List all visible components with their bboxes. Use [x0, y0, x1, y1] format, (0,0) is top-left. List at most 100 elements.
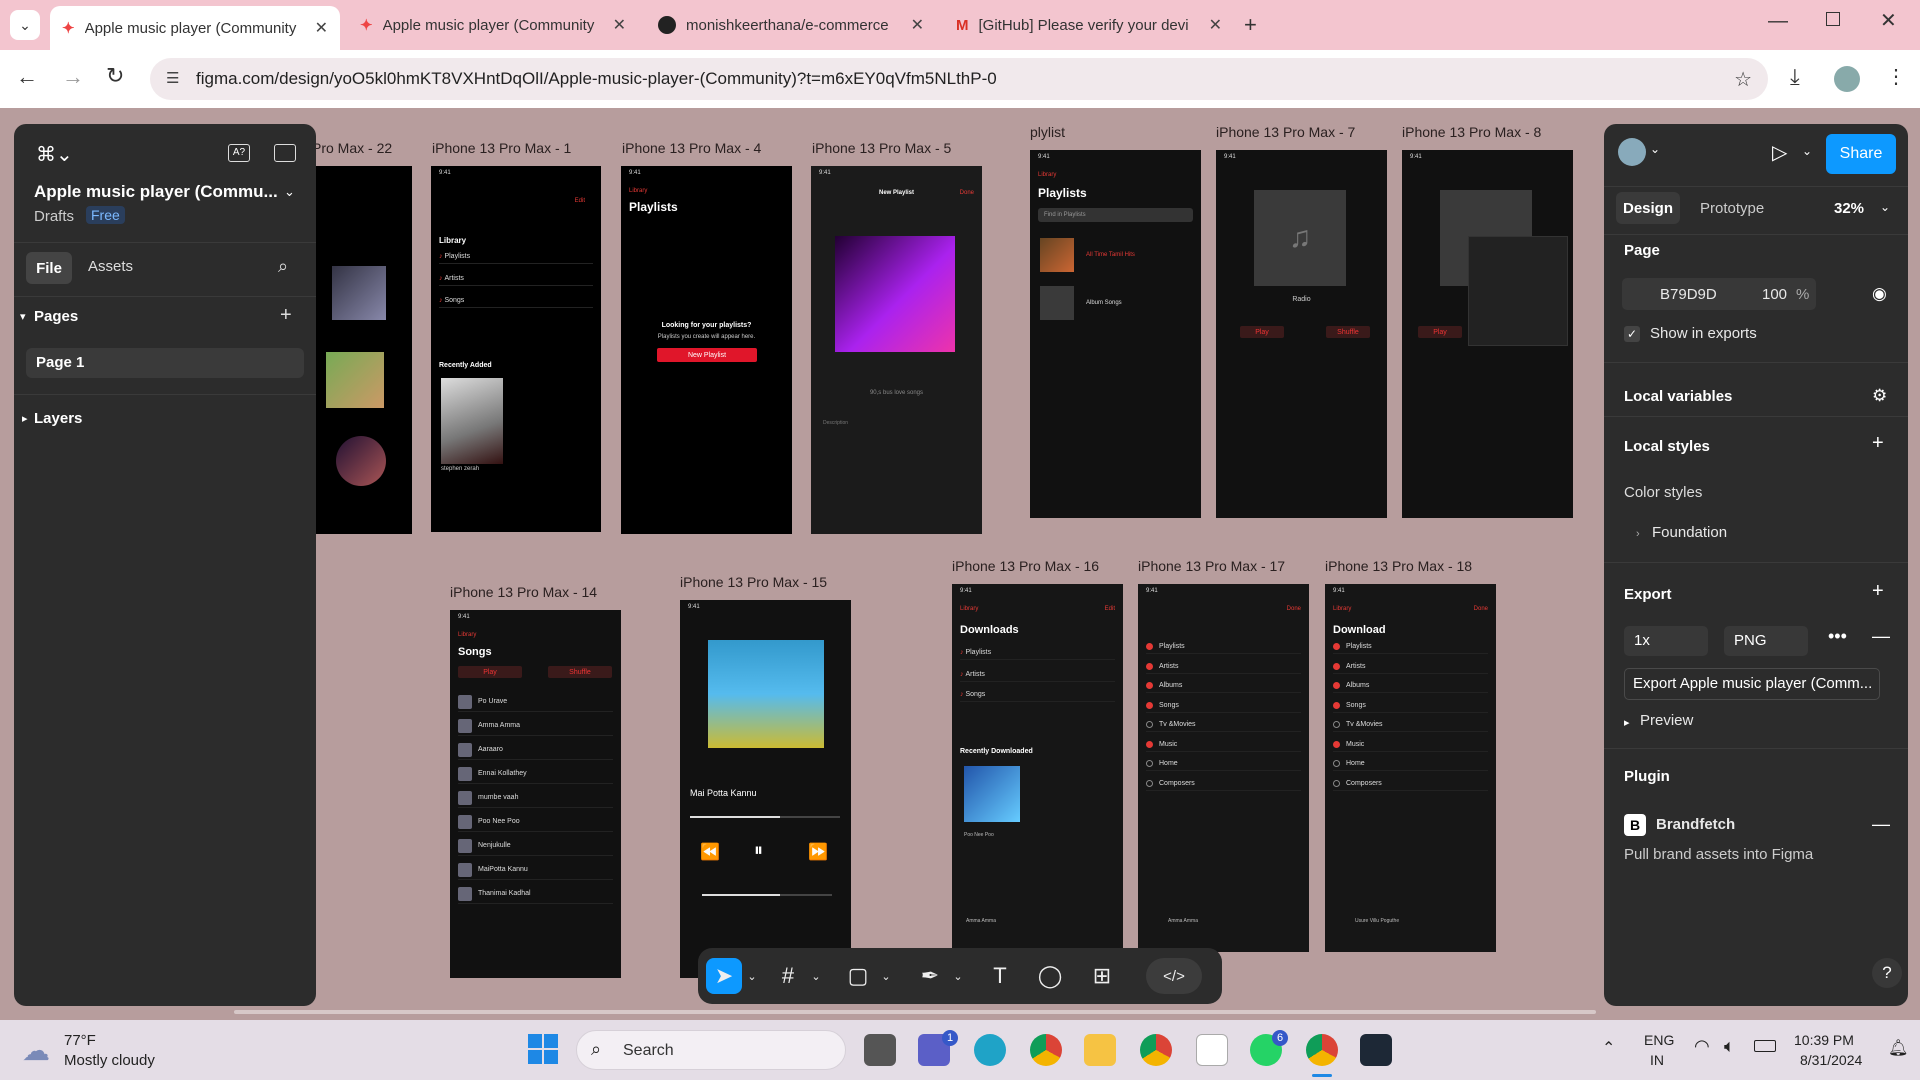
chevron-down-icon[interactable]: ⌄: [940, 958, 976, 994]
phone-frame-15[interactable]: 9:41 Mai Potta Kannu ⏪ ⏸ ⏩: [680, 600, 851, 978]
edge-icon[interactable]: [974, 1034, 1006, 1066]
battery-icon[interactable]: [1754, 1040, 1776, 1052]
add-export-icon[interactable]: +: [1872, 580, 1884, 603]
browser-tab-figma-active[interactable]: ✦ Apple music player (Community ✕: [50, 6, 340, 50]
ai-icon[interactable]: A?: [228, 144, 250, 162]
remove-export-icon[interactable]: —: [1872, 626, 1890, 647]
volume-icon[interactable]: 🔈︎: [1724, 1036, 1735, 1057]
task-view-icon[interactable]: [864, 1034, 896, 1066]
browser-tab-github[interactable]: monishkeerthana/e-commerce ✕: [646, 8, 936, 42]
phone-frame-22[interactable]: [300, 166, 412, 534]
avatar[interactable]: [1618, 138, 1646, 166]
address-bar[interactable]: ☰ figma.com/design/yoO5kl0hmKT8VXHntDqOl…: [150, 58, 1768, 100]
phone-frame-8[interactable]: 9:41 Play: [1402, 150, 1573, 518]
phone-frame-4[interactable]: 9:41 Library Playlists Looking for your …: [621, 166, 792, 534]
chrome-icon[interactable]: [1140, 1034, 1172, 1066]
bookmark-star-icon[interactable]: ☆: [1734, 67, 1752, 92]
style-group-foundation[interactable]: Foundation: [1652, 524, 1727, 541]
tab-design[interactable]: Design: [1616, 192, 1680, 224]
chevron-right-icon[interactable]: ▸: [1624, 716, 1630, 729]
chevron-right-icon[interactable]: ▸: [22, 412, 28, 425]
page-color-value[interactable]: B79D9D: [1660, 286, 1717, 303]
share-button[interactable]: Share: [1826, 134, 1896, 174]
windows-start-icon[interactable]: [528, 1034, 558, 1064]
download-icon[interactable]: ⤓: [1790, 64, 1800, 90]
phone-frame-7[interactable]: 9:41 ♫ Radio Play Shuffle: [1216, 150, 1387, 518]
chevron-up-icon[interactable]: ⌃: [1602, 1038, 1615, 1058]
chevron-down-icon[interactable]: ⌄: [1802, 144, 1812, 158]
local-variables-heading[interactable]: Local variables: [1624, 388, 1732, 405]
tab-file[interactable]: File: [26, 252, 72, 284]
chrome-icon[interactable]: [1030, 1034, 1062, 1066]
chevron-down-icon[interactable]: ▾: [20, 310, 26, 323]
export-scale-select[interactable]: 1x: [1624, 626, 1708, 656]
actions-tool-icon[interactable]: ⊞: [1084, 958, 1120, 994]
new-tab-button[interactable]: +: [1244, 12, 1257, 38]
browser-tab-gmail[interactable]: M [GitHub] Please verify your devi ✕: [944, 8, 1234, 42]
weather-desc[interactable]: Mostly cloudy: [64, 1052, 155, 1069]
chevron-down-icon[interactable]: ⌄: [798, 958, 834, 994]
chevron-down-icon[interactable]: ⌄: [868, 958, 904, 994]
browser-tab-figma[interactable]: ✦ Apple music player (Community ✕: [348, 8, 638, 42]
visibility-eye-icon[interactable]: ◉: [1872, 284, 1887, 304]
chevron-down-icon[interactable]: ⌄: [1650, 142, 1660, 156]
horizontal-scrollbar[interactable]: [234, 1010, 1596, 1014]
plugin-name[interactable]: Brandfetch: [1656, 816, 1735, 833]
close-window-button[interactable]: ✕: [1880, 8, 1897, 33]
forward-icon[interactable]: →: [62, 64, 84, 90]
tab-prototype[interactable]: Prototype: [1700, 200, 1764, 217]
phone-frame-16[interactable]: 9:41 Library Edit Downloads ♪ Playlists …: [952, 584, 1123, 952]
phone-frame-18[interactable]: 9:41 Library Done Download Playlists Arti…: [1325, 584, 1496, 952]
export-button[interactable]: Export Apple music player (Comm...: [1624, 668, 1880, 700]
remove-plugin-icon[interactable]: —: [1872, 814, 1890, 835]
export-format-select[interactable]: PNG: [1724, 626, 1808, 656]
phone-frame-5[interactable]: 9:41 New Playlist Done 90,s bus love son…: [811, 166, 982, 534]
weather-temp[interactable]: 77°F: [64, 1032, 96, 1049]
tab-assets[interactable]: Assets: [88, 258, 133, 275]
page-opacity-value[interactable]: 100: [1762, 286, 1787, 303]
dev-mode-icon[interactable]: </>: [1146, 958, 1202, 994]
minimize-window-button[interactable]: —: [1768, 10, 1788, 33]
wifi-icon[interactable]: ◠: [1694, 1036, 1710, 1057]
language-code[interactable]: ENG: [1644, 1032, 1674, 1048]
close-tab-icon[interactable]: ✕: [315, 18, 328, 38]
help-icon[interactable]: ?: [1872, 958, 1902, 988]
profile-avatar[interactable]: [1834, 66, 1860, 92]
drafts-label[interactable]: Drafts: [34, 208, 74, 225]
phone-frame-plylist[interactable]: 9:41 Library Playlists Find in Playlists…: [1030, 150, 1201, 518]
phone-frame-1[interactable]: 9:41 Edit Library ♪ Playlists ♪ Artists …: [431, 166, 601, 532]
reload-icon[interactable]: ↻: [106, 63, 124, 89]
chevron-right-icon[interactable]: ›: [1636, 528, 1640, 540]
chevron-down-icon[interactable]: ⌄: [734, 958, 770, 994]
pages-heading[interactable]: Pages: [34, 308, 78, 325]
sidebar-toggle-icon[interactable]: [274, 144, 296, 162]
region-code[interactable]: IN: [1650, 1052, 1664, 1068]
weather-cloud-icon[interactable]: ☁: [22, 1034, 50, 1067]
tab-search-button[interactable]: ⌄: [10, 10, 40, 40]
browser-menu-icon[interactable]: ⋮: [1886, 64, 1906, 89]
text-tool-icon[interactable]: T: [982, 958, 1018, 994]
add-page-icon[interactable]: +: [280, 304, 292, 327]
page-item-1[interactable]: Page 1: [26, 348, 304, 378]
chrome-icon[interactable]: [1306, 1034, 1338, 1066]
chevron-down-icon[interactable]: ⌄: [284, 184, 295, 200]
notifications-bell-icon[interactable]: 🔔︎: [1888, 1038, 1908, 1058]
file-explorer-icon[interactable]: [1084, 1034, 1116, 1066]
document-icon[interactable]: [1196, 1034, 1228, 1066]
zoom-level[interactable]: 32%: [1834, 200, 1864, 217]
preview-toggle[interactable]: Preview: [1640, 712, 1693, 729]
restore-window-button[interactable]: [1826, 12, 1840, 26]
close-tab-icon[interactable]: ✕: [1209, 15, 1222, 35]
layers-heading[interactable]: Layers: [34, 410, 82, 427]
back-icon[interactable]: ←: [16, 64, 38, 90]
phone-frame-14[interactable]: 9:41 Library Songs Play Shuffle Po Urave…: [450, 610, 621, 978]
taskbar-search[interactable]: ⌕ Search: [576, 1030, 846, 1070]
phone-frame-17[interactable]: 9:41 Done Playlists Artists Albums Songs Tv …: [1138, 584, 1309, 952]
more-options-icon[interactable]: •••: [1828, 626, 1847, 647]
clock-time[interactable]: 10:39 PM: [1794, 1032, 1854, 1048]
clock-date[interactable]: 8/31/2024: [1800, 1052, 1862, 1068]
close-tab-icon[interactable]: ✕: [613, 15, 626, 35]
comment-tool-icon[interactable]: ◯: [1032, 958, 1068, 994]
app-icon[interactable]: [1360, 1034, 1392, 1066]
show-in-exports-checkbox[interactable]: ✓: [1624, 326, 1640, 342]
